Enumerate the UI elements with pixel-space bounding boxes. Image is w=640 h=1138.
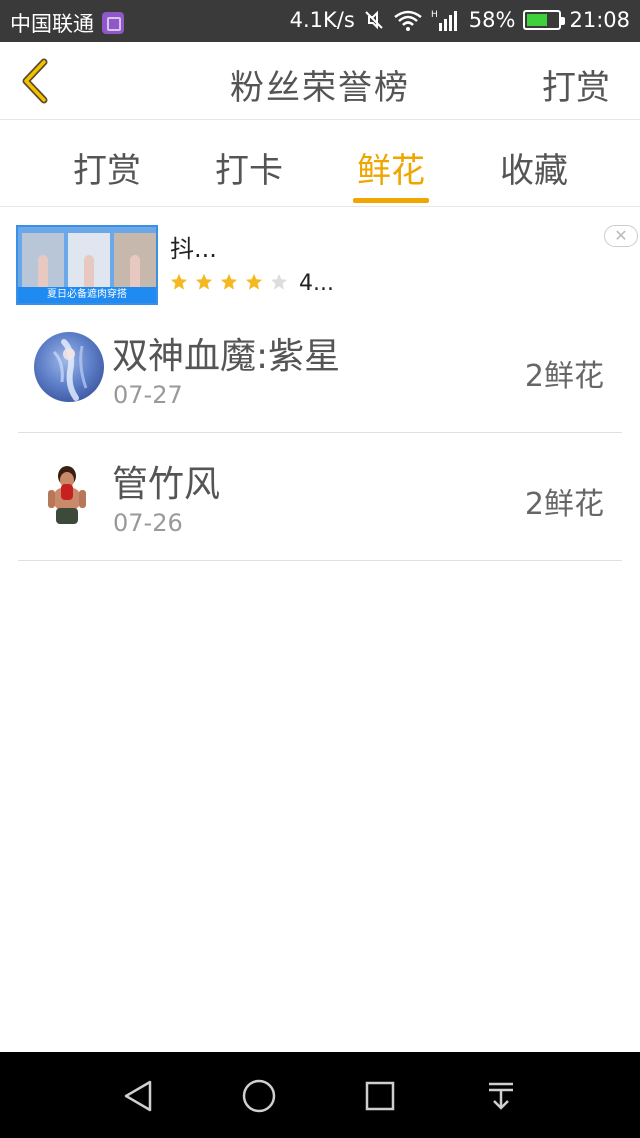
flower-count: 2鲜花 [524,359,604,394]
star-filled-icon [170,273,188,290]
ad-figure-1 [38,255,48,289]
nav-notifications-button[interactable] [483,1078,519,1114]
clock: 21:08 [569,8,630,32]
avatar[interactable] [34,460,104,530]
tab-favorites[interactable]: 收藏 [489,143,579,192]
ad-thumbnail[interactable]: 夏日必备遮肉穿搭 [16,225,158,305]
circle-home-icon [242,1079,276,1113]
avatar-image [48,466,86,524]
ad-thumb-caption: 夏日必备遮肉穿搭 [18,287,156,303]
ad-banner[interactable]: 夏日必备遮肉穿搭 抖... 4... ✕ [16,225,640,307]
ad-rating-text: 4... [299,271,334,296]
triangle-back-icon [124,1080,152,1112]
fan-date: 07-26 [113,509,183,537]
status-bar-right: 4.1K/s H 58% 21:08 [290,8,630,32]
battery-fill [527,14,548,26]
square-recents-icon [365,1081,395,1111]
nav-home-button[interactable] [241,1078,277,1114]
fan-date: 07-27 [113,381,183,409]
ad-figure-2 [84,255,94,289]
fan-name: 双神血魔:紫星 [112,336,341,377]
wifi-icon [393,9,423,31]
tab-bar: 打赏 打卡 鲜花 收藏 [0,121,640,207]
reward-button[interactable]: 打赏 [542,60,610,109]
star-filled-icon [220,273,238,290]
status-bar: 中国联通 4.1K/s H 58% 21:08 [0,0,640,42]
flower-count: 2鲜花 [524,487,604,522]
flower-ranking-list: 双神血魔:紫星 07-27 2鲜花 管竹风 07-26 2鲜花 [0,305,640,561]
pull-down-icon [489,1082,513,1110]
ad-title[interactable]: 抖... [170,229,217,264]
list-item[interactable]: 双神血魔:紫星 07-27 2鲜花 [18,305,622,433]
ad-figure-3 [130,255,140,289]
status-bar-left: 中国联通 [10,8,124,38]
signal-icon: H [431,9,461,31]
star-empty-icon [270,273,288,290]
signal-type-label: H [431,10,438,20]
nav-recents-button[interactable] [362,1078,398,1114]
nav-back-button[interactable] [120,1078,156,1114]
tab-reward[interactable]: 打赏 [62,143,152,192]
net-speed: 4.1K/s [289,8,355,32]
ad-star-rating [170,273,288,291]
avatar[interactable] [34,332,104,402]
system-nav-bar [0,1052,640,1138]
carrier-label: 中国联通 [10,12,94,36]
avatar-image [52,339,88,401]
tab-checkin[interactable]: 打卡 [204,143,294,192]
active-tab-indicator [353,198,429,203]
fan-name: 管竹风 [112,464,221,505]
battery-icon [523,10,566,30]
app-header: 粉丝荣誉榜 打赏 [0,42,640,120]
mute-icon [363,9,385,31]
list-item[interactable]: 管竹风 07-26 2鲜花 [18,433,622,561]
tab-flowers[interactable]: 鲜花 [346,143,436,192]
ad-close-button[interactable]: ✕ [604,225,638,247]
star-filled-icon [195,273,213,290]
battery-percent: 58% [468,8,516,32]
star-filled-icon [245,273,263,290]
notification-app-icon [102,12,124,34]
